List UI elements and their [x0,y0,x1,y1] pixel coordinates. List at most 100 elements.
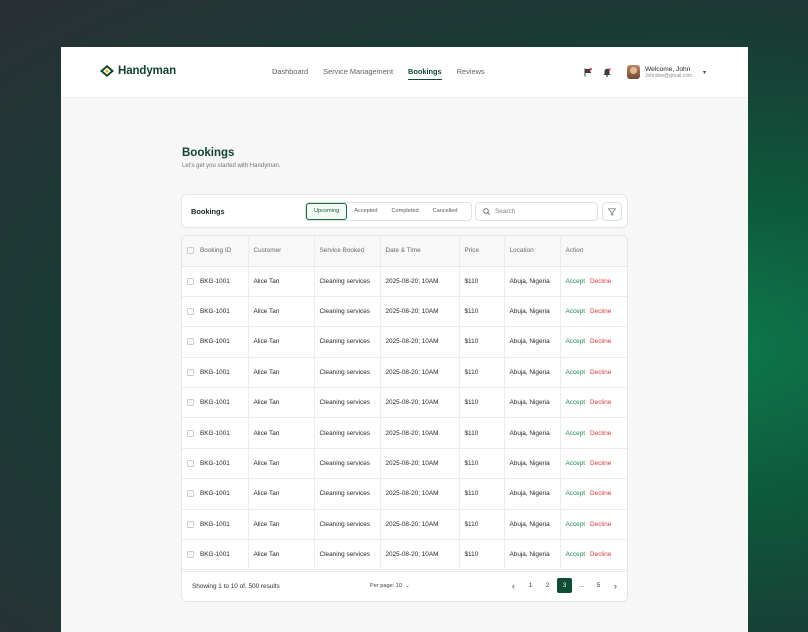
cell-action: Accept Decline [560,327,627,357]
tab-upcoming[interactable]: Upcoming [306,203,348,220]
row-checkbox[interactable] [187,429,194,437]
accept-button[interactable]: Accept [566,551,586,558]
chevron-down-icon[interactable]: ▾ [703,69,706,76]
toolbar-title: Bookings [191,207,225,216]
brand-name: Handyman [118,65,176,77]
accept-button[interactable]: Accept [566,460,586,467]
avatar [627,65,640,79]
cell-action: Accept Decline [560,357,627,387]
cell-datetime: 2025-08-20; 10AM [380,417,460,449]
nav-reviews[interactable]: Reviews [457,67,485,80]
decline-button[interactable]: Decline [590,521,611,528]
nav-bookings[interactable]: Bookings [408,67,442,80]
row-checkbox[interactable] [187,520,194,528]
cell-service: Cleaning services [314,357,381,388]
nav-dashboard[interactable]: Dashboard [272,67,308,80]
select-all-checkbox[interactable] [187,247,194,255]
nav-service-management[interactable]: Service Management [323,67,393,80]
accept-button[interactable]: Accept [566,278,586,285]
search-icon [483,208,490,215]
cell-customer: Alice Tan [248,387,315,418]
row-checkbox[interactable] [187,307,194,315]
page-2[interactable]: 2 [540,578,555,593]
chevron-right-icon[interactable]: › [608,578,623,593]
cell-service: Cleaning services [314,296,381,327]
row-checkbox[interactable] [187,551,194,559]
app-window: Handyman Dashboard Service Management Bo… [61,47,748,632]
search-input[interactable]: Search [475,202,598,221]
cell-price: $110 [459,448,505,479]
row-checkbox[interactable] [187,399,194,407]
decline-button[interactable]: Decline [590,369,611,376]
row-checkbox[interactable] [187,490,194,498]
accept-button[interactable]: Accept [566,490,586,497]
filter-button[interactable] [602,202,622,221]
decline-button[interactable]: Decline [590,338,611,345]
tab-completed[interactable]: Completed [385,203,426,220]
per-page-label: Per page: 10 [370,583,403,589]
accept-button[interactable]: Accept [566,399,586,406]
bookings-toolbar: Bookings Upcoming Accepted Completed Can… [181,194,628,228]
page-3[interactable]: 3 [557,578,572,593]
decline-button[interactable]: Decline [590,551,611,558]
decline-button[interactable]: Decline [590,278,611,285]
col-price: Price [459,236,505,267]
tab-cancelled[interactable]: Cancelled [426,203,465,220]
page-5[interactable]: 5 [591,578,606,593]
cell-customer: Alice Tan [248,417,315,449]
cell-customer: Alice Tan [248,448,315,479]
decline-button[interactable]: Decline [590,460,611,467]
cell-service: Cleaning services [314,539,381,570]
decline-button[interactable]: Decline [590,430,611,437]
bell-icon[interactable] [603,68,611,77]
per-page-select[interactable]: Per page: 10 ⌄ [370,583,410,589]
cell-price: $110 [459,296,505,327]
cell-location: Abuja, Nigeria [504,326,561,358]
cell-price: $110 [459,539,505,570]
table-row: BKG-1001 Alice Tan Cleaning services 2025-0… [182,357,627,388]
accept-button[interactable]: Accept [566,430,586,437]
cell-datetime: 2025-08-20; 10AM [380,387,460,418]
tab-accepted[interactable]: Accepted [347,203,384,220]
cell-customer: Alice Tan [248,539,315,570]
cell-service: Cleaning services [314,387,381,418]
col-customer: Customer [248,236,315,267]
row-checkbox[interactable] [187,368,194,376]
row-checkbox[interactable] [187,277,194,285]
col-action: Action [560,236,627,267]
cell-action: Accept Decline [560,266,627,296]
table-row: BKG-1001 Alice Tan Cleaning services 2025-0… [182,387,627,418]
cell-booking-id: BKG-1001 [182,296,249,327]
cell-action: Accept Decline [560,448,627,478]
brand-logo[interactable]: Handyman [100,65,176,77]
cell-location: Abuja, Nigeria [504,387,561,418]
table-row: BKG-1001 Alice Tan Cleaning services 2025-0… [182,417,627,449]
accept-button[interactable]: Accept [566,308,586,315]
decline-button[interactable]: Decline [590,490,611,497]
cell-booking-id: BKG-1001 [182,387,249,418]
user-menu[interactable]: Welcome, John Johndoe@gmail.com ▾ [627,65,706,79]
accept-button[interactable]: Accept [566,521,586,528]
status-tabs: Upcoming Accepted Completed Cancelled [305,202,472,221]
cell-price: $110 [459,266,505,297]
cell-action: Accept Decline [560,418,627,448]
accept-button[interactable]: Accept [566,338,586,345]
cell-price: $110 [459,417,505,449]
decline-button[interactable]: Decline [590,399,611,406]
cell-action: Accept Decline [560,296,627,326]
cell-price: $110 [459,326,505,358]
cell-customer: Alice Tan [248,266,315,297]
flag-icon[interactable] [584,68,592,77]
page-1[interactable]: 1 [523,578,538,593]
bookings-table-card: Booking ID Customer Service Booked Date … [181,235,628,602]
decline-button[interactable]: Decline [590,308,611,315]
logo-icon [100,65,114,77]
chevron-left-icon[interactable]: ‹ [506,578,521,593]
pagination: ‹ 1 2 3 ... 5 › [506,578,623,593]
accept-button[interactable]: Accept [566,369,586,376]
cell-datetime: 2025-08-20; 10AM [380,539,460,570]
cell-datetime: 2025-08-20; 10AM [380,478,460,510]
cell-location: Abuja, Nigeria [504,417,561,449]
row-checkbox[interactable] [187,338,194,346]
row-checkbox[interactable] [187,459,194,467]
